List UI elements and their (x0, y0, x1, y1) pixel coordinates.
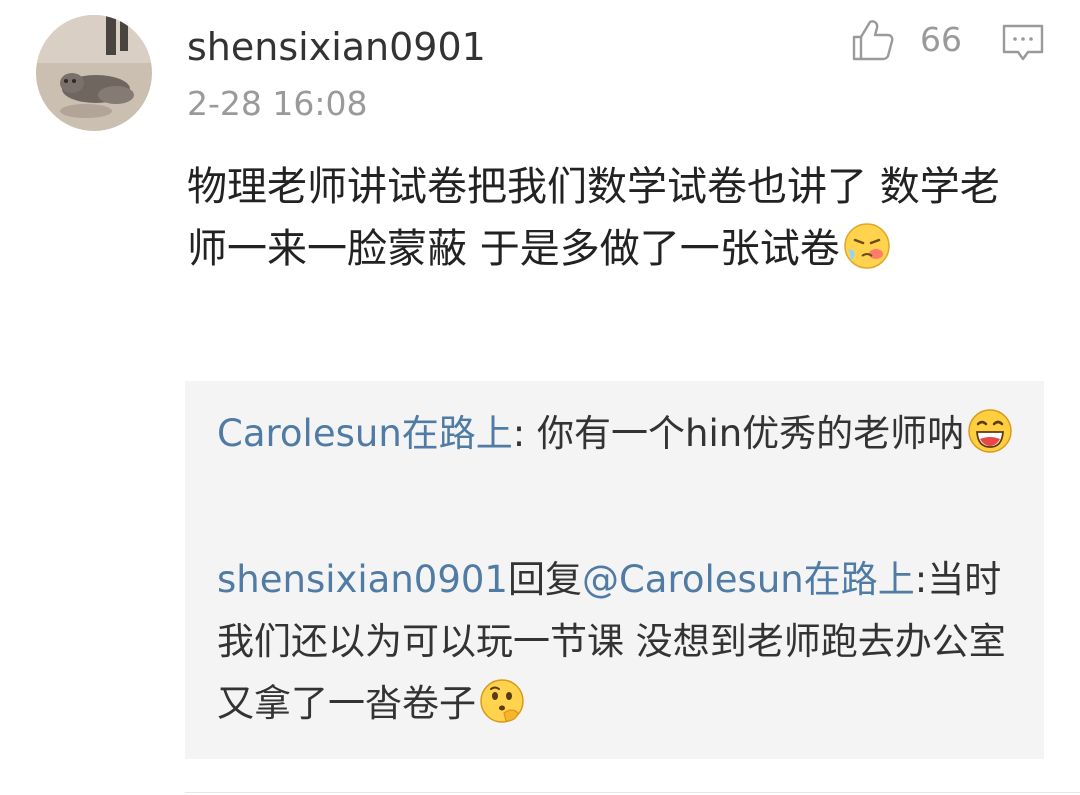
divider (185, 792, 1080, 793)
comment-text: 物理老师讲试卷把我们数学试卷也讲了 数学老师一来一脸蒙蔽 于是多做了一张试卷 (187, 156, 1027, 280)
comment-bubble-icon (1002, 24, 1044, 61)
avatar[interactable] (36, 15, 152, 131)
reply-author-link[interactable]: shensixian0901 (217, 558, 508, 601)
crying-face-emoji-icon (843, 223, 890, 269)
reply-item: shensixian0901回复@Carolesun在路上:当时我们还以为可以玩… (217, 549, 1017, 735)
thinking-face-emoji-icon (480, 679, 524, 723)
replies-panel: Carolesun在路上: 你有一个hin优秀的老师呐 shensixian09… (185, 381, 1044, 759)
reply-mention-link[interactable]: @Carolesun在路上 (582, 558, 915, 601)
reply-separator: : (914, 558, 928, 601)
like-button[interactable] (848, 16, 896, 64)
laughing-face-emoji-icon (968, 409, 1012, 453)
reply-author-link[interactable]: Carolesun在路上 (217, 412, 513, 455)
reply-word: 回复 (507, 558, 582, 601)
reply-text: 你有一个hin优秀的老师呐 (537, 412, 965, 455)
like-count: 66 (920, 20, 962, 59)
cat-avatar-icon (36, 15, 152, 131)
reply-item: Carolesun在路上: 你有一个hin优秀的老师呐 (217, 403, 1017, 465)
thumbs-up-icon (852, 20, 894, 61)
comment-username[interactable]: shensixian0901 (187, 24, 486, 70)
comment-timestamp: 2-28 16:08 (187, 84, 368, 123)
reply-button[interactable] (1000, 20, 1046, 66)
reply-separator: : (512, 412, 537, 455)
